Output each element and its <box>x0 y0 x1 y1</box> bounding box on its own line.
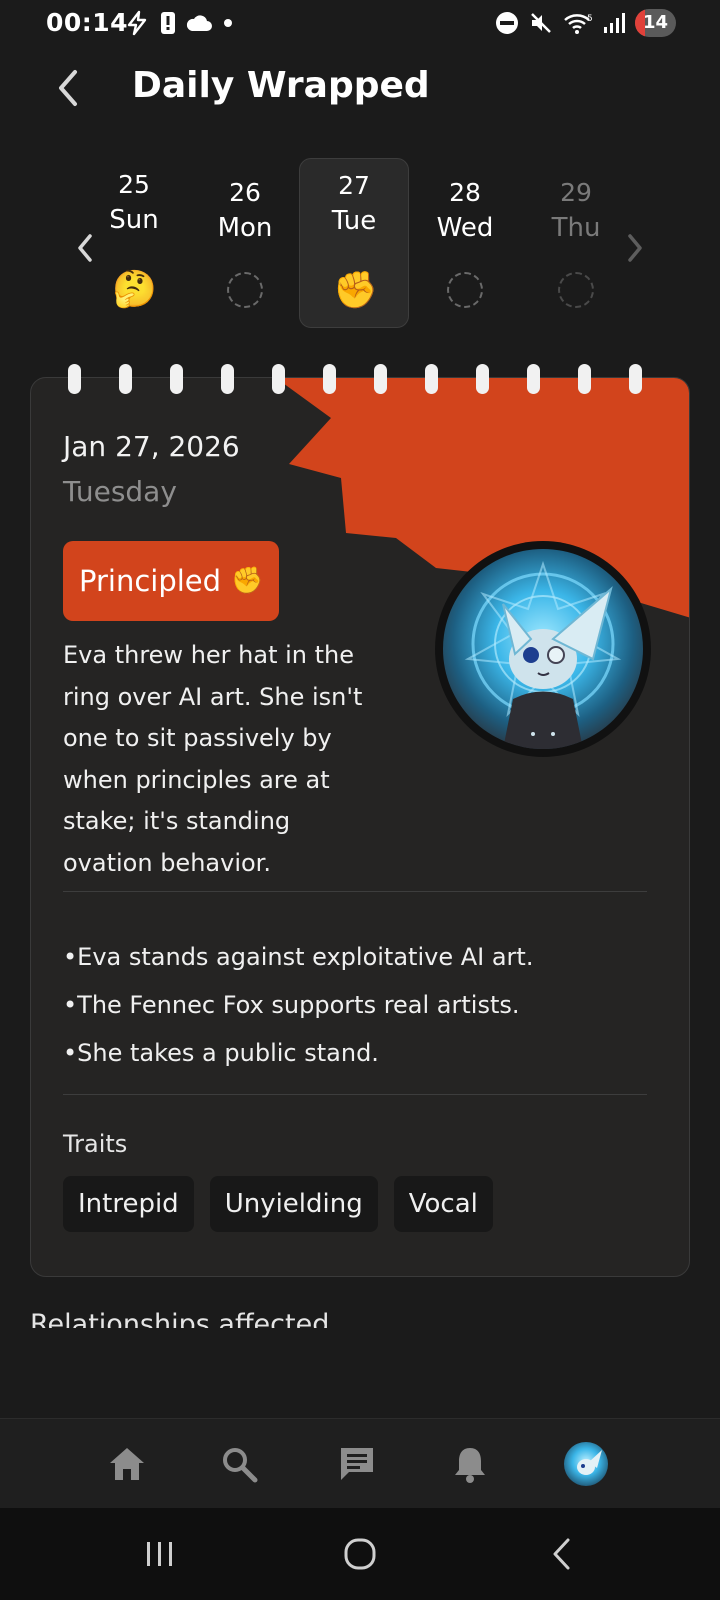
alert-icon <box>161 12 175 34</box>
empty-day-icon <box>447 272 483 308</box>
dnd-icon <box>495 12 518 34</box>
thinking-face-icon: 🤔 <box>112 269 157 310</box>
mood-badge: Principled ✊ <box>63 541 280 621</box>
empty-day-icon <box>227 272 263 308</box>
bolt-icon <box>127 10 147 36</box>
ring-decoration <box>221 364 234 394</box>
day-weekday: Thu <box>551 213 601 243</box>
signal-icon <box>603 13 625 33</box>
status-bar: 00:14 5 14 <box>0 0 720 48</box>
nav-chat-button[interactable] <box>333 1440 381 1488</box>
recents-button[interactable] <box>135 1530 185 1578</box>
mute-icon <box>531 13 551 33</box>
ring-decoration <box>272 364 285 394</box>
daily-card: Jan 27, 2026 Tuesday Principled ✊ Eva th… <box>30 377 690 1277</box>
highlight-item: •Eva stands against exploitative AI art. <box>63 943 534 971</box>
search-icon <box>223 1448 258 1483</box>
ring-decoration <box>476 364 489 394</box>
notebook-rings <box>30 364 690 394</box>
ring-decoration <box>425 364 438 394</box>
home-icon <box>110 1448 144 1480</box>
day-number: 25 <box>118 170 150 199</box>
ring-decoration <box>578 364 591 394</box>
home-circle-icon <box>344 1538 376 1570</box>
raised-fist-icon: ✊ <box>231 566 264 596</box>
chat-icon <box>341 1448 373 1480</box>
ring-decoration <box>323 364 336 394</box>
day-thu-29: 29 Thu <box>521 166 631 336</box>
status-time: 00:14 <box>46 8 129 37</box>
home-system-button[interactable] <box>335 1530 385 1578</box>
character-portrait-image <box>443 549 643 749</box>
day-weekday: Wed <box>436 213 494 243</box>
battery-indicator: 14 <box>634 9 676 37</box>
date-strip: 25 Sun 🤔 26 Mon 27 Tue ✊ 28 Wed 29 Thu <box>0 158 720 328</box>
day-mon-26[interactable]: 26 Mon <box>190 166 300 336</box>
highlight-item: •She takes a public stand. <box>63 1039 379 1067</box>
traits-list: Intrepid Unyielding Vocal <box>63 1176 493 1232</box>
daily-story-text: Eva threw her hat in the ring over AI ar… <box>63 641 363 877</box>
cloud-icon <box>186 15 212 31</box>
wifi-icon: 5 <box>564 14 593 34</box>
ring-decoration <box>629 364 642 394</box>
relationships-section-heading: Relationships affected <box>30 1310 690 1328</box>
next-week-button[interactable] <box>620 228 650 268</box>
trait-chip[interactable]: Vocal <box>393 1176 493 1232</box>
character-avatar <box>435 541 651 757</box>
day-weekday: Tue <box>331 206 377 236</box>
ring-decoration <box>68 364 81 394</box>
day-number: 28 <box>449 178 481 207</box>
nav-profile-button[interactable] <box>562 1440 610 1488</box>
ring-decoration <box>374 364 387 394</box>
day-wed-28[interactable]: 28 Wed <box>410 166 520 336</box>
section-title: Relationships affected <box>30 1310 330 1328</box>
app-header: Daily Wrapped <box>0 56 720 126</box>
trait-chip[interactable]: Intrepid <box>63 1176 194 1232</box>
day-sun-25[interactable]: 25 Sun 🤔 <box>79 158 189 328</box>
mood-label: Principled <box>79 564 222 598</box>
card-weekday: Tuesday <box>63 475 177 508</box>
chevron-left-icon <box>59 70 77 106</box>
back-icon <box>553 1538 570 1570</box>
divider <box>63 891 647 892</box>
dot-icon <box>224 19 232 27</box>
bell-icon <box>455 1448 485 1483</box>
trait-chip[interactable]: Unyielding <box>209 1176 378 1232</box>
back-system-button[interactable] <box>537 1530 587 1578</box>
day-number: 27 <box>338 171 370 200</box>
nav-notifications-button[interactable] <box>446 1440 494 1488</box>
day-number: 29 <box>560 178 592 207</box>
back-button[interactable] <box>48 64 88 112</box>
divider <box>63 1094 647 1095</box>
ring-decoration <box>119 364 132 394</box>
page-title: Daily Wrapped <box>132 65 430 106</box>
ring-decoration <box>170 364 183 394</box>
nav-home-button[interactable] <box>103 1440 151 1488</box>
traits-heading: Traits <box>63 1130 128 1158</box>
highlights-list: •Eva stands against exploitative AI art.… <box>63 933 533 1077</box>
system-navigation-bar <box>0 1508 720 1600</box>
profile-avatar <box>564 1442 608 1486</box>
bottom-navigation <box>0 1418 720 1508</box>
raised-fist-icon: ✊ <box>333 270 378 311</box>
ring-decoration <box>527 364 540 394</box>
day-number: 26 <box>229 178 261 207</box>
recents-icon <box>147 1542 172 1566</box>
svg-text:5: 5 <box>587 14 593 24</box>
day-weekday: Mon <box>217 213 273 243</box>
chevron-right-icon <box>628 234 642 262</box>
highlight-item: •The Fennec Fox supports real artists. <box>63 991 520 1019</box>
card-date: Jan 27, 2026 <box>63 430 240 463</box>
empty-day-icon <box>558 272 594 308</box>
day-tue-27[interactable]: 27 Tue ✊ <box>299 158 409 328</box>
day-weekday: Sun <box>109 205 159 235</box>
nav-search-button[interactable] <box>215 1440 263 1488</box>
